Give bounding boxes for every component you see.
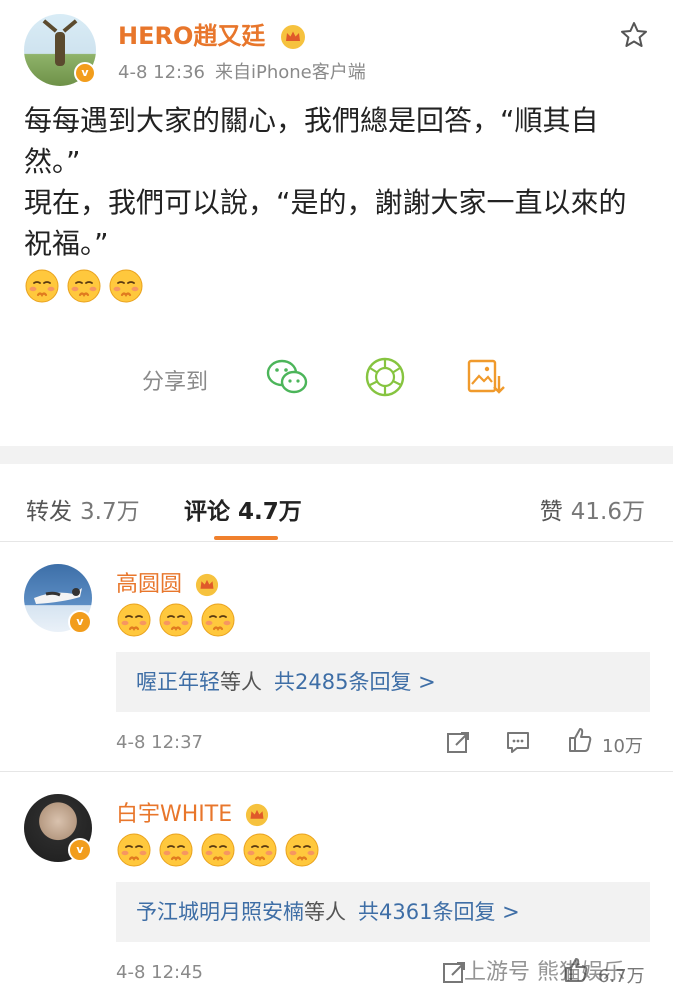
tab-forward-label: 转发 xyxy=(26,499,72,525)
save-image-icon[interactable] xyxy=(462,354,508,400)
author-name-text[interactable]: HERO趙又廷 xyxy=(118,22,265,50)
watermark: 上游号 熊猫娱乐 xyxy=(464,960,625,985)
like-count: 10万 xyxy=(602,736,643,757)
post-text-line-2: 現在，我們可以說，“是的，謝謝大家一直以來的祝福。” xyxy=(24,186,627,260)
verified-badge-icon: v xyxy=(74,62,96,84)
commenter-name[interactable]: 白宇WHITE xyxy=(116,796,269,828)
tab-forward-count: 3.7万 xyxy=(80,499,140,525)
reply-count-link[interactable]: 共4361条回复 > xyxy=(358,900,520,924)
share-label: 分享到 xyxy=(142,370,209,395)
section-divider xyxy=(0,446,673,464)
moments-icon[interactable] xyxy=(362,354,408,400)
wechat-icon[interactable] xyxy=(264,354,310,400)
shy-face-emoji xyxy=(66,268,102,304)
post-emoji-row xyxy=(24,268,144,304)
shy-face-emoji xyxy=(116,832,152,868)
crown-icon xyxy=(246,803,269,827)
engagement-tabs: 转发 3.7万 评论 4.7万 赞 41.6万 xyxy=(0,464,673,542)
crown-icon xyxy=(280,25,305,49)
comment-time: 4-8 12:45 xyxy=(116,962,203,983)
tab-likes-count: 41.6万 xyxy=(570,499,645,525)
post-date: 4-8 12:36 xyxy=(118,62,205,83)
reply-etc: 等人 xyxy=(304,900,346,924)
reply-etc: 等人 xyxy=(220,670,262,694)
shy-face-emoji xyxy=(116,602,152,638)
tab-forward[interactable]: 转发 3.7万 xyxy=(26,492,140,526)
shy-face-emoji xyxy=(242,832,278,868)
tab-comment-label: 评论 xyxy=(184,499,230,525)
shy-face-emoji xyxy=(158,602,194,638)
post-body: 每每遇到大家的關心，我們總是回答，“順其自然。” 現在，我們可以說，“是的，謝謝… xyxy=(24,100,654,264)
verified-badge-icon: v xyxy=(68,610,92,634)
share-row: 分享到 xyxy=(0,350,673,406)
forward-icon[interactable] xyxy=(444,728,472,756)
shy-face-emoji xyxy=(24,268,60,304)
shy-face-emoji xyxy=(284,832,320,868)
reply-summary[interactable]: 喔正年轻等人 共2485条回复 > xyxy=(116,652,650,712)
tab-likes-label: 赞 xyxy=(539,499,563,525)
shy-face-emoji xyxy=(108,268,144,304)
comment-emoji-row xyxy=(116,602,236,638)
post-meta: 4-8 12:36 来自iPhone客户端 xyxy=(118,58,366,84)
comment-item: v 高圆圆 喔正年轻等人 共2485条回复 > 4-8 12:37 10万 xyxy=(0,544,673,772)
weibo-post: v HERO趙又廷 4-8 12:36 来自iPhone客户端 每每遇到大家的關心… xyxy=(0,0,673,446)
post-source: 来自iPhone客户端 xyxy=(215,62,366,83)
tab-likes[interactable]: 赞 41.6万 xyxy=(540,492,645,526)
verified-badge-icon: v xyxy=(68,838,92,862)
post-text-line-1: 每每遇到大家的關心，我們總是回答，“順其自然。” xyxy=(24,104,599,178)
reply-summary[interactable]: 予江城明月照安楠等人 共4361条回复 > xyxy=(116,882,650,942)
comment-emoji-row xyxy=(116,832,320,868)
comment-icon[interactable] xyxy=(504,728,532,756)
shy-face-emoji xyxy=(158,832,194,868)
shy-face-emoji xyxy=(200,832,236,868)
like-icon[interactable] xyxy=(566,726,594,754)
reply-names[interactable]: 予江城明月照安楠 xyxy=(136,900,304,924)
commenter-name-text[interactable]: 高圆圆 xyxy=(116,572,182,597)
tab-comment-count: 4.7万 xyxy=(238,499,302,525)
reply-names[interactable]: 喔正年轻 xyxy=(136,670,220,694)
tab-comment[interactable]: 评论 4.7万 xyxy=(184,492,302,526)
active-tab-indicator xyxy=(214,536,278,540)
author-name[interactable]: HERO趙又廷 xyxy=(118,16,306,51)
commenter-name-text[interactable]: 白宇WHITE xyxy=(116,802,232,827)
crown-icon xyxy=(195,573,219,597)
comment-time: 4-8 12:37 xyxy=(116,732,203,753)
favorite-star-icon[interactable] xyxy=(619,20,649,50)
shy-face-emoji xyxy=(200,602,236,638)
commenter-name[interactable]: 高圆圆 xyxy=(116,566,219,598)
reply-count-link[interactable]: 共2485条回复 > xyxy=(274,670,436,694)
